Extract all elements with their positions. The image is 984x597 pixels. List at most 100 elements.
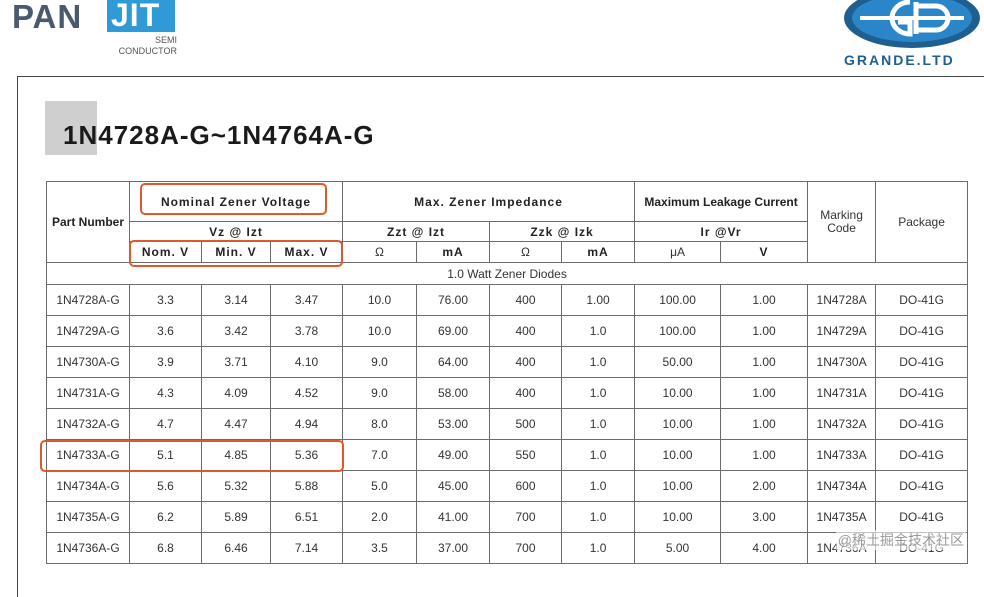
cell-izt: 64.00 — [416, 346, 491, 378]
unit-ir-ua: μA — [634, 241, 722, 263]
cell-marking-code: 1N4733A — [807, 439, 877, 471]
header-package: Package — [875, 181, 969, 263]
panjit-logo-text: PAN — [12, 0, 83, 35]
cell-marking-code: 1N4732A — [807, 408, 877, 440]
cell-part-number: 1N4729A-G — [46, 315, 130, 347]
header-zzt-condition: Zzt @ Izt — [342, 221, 491, 242]
unit-izt-ma: mA — [416, 241, 491, 263]
cell-max-v: 6.51 — [269, 501, 344, 533]
cell-marking-code: 1N4731A — [807, 377, 877, 409]
cell-izk: 1.0 — [561, 470, 636, 502]
cell-min-v: 3.71 — [201, 346, 271, 378]
cell-izt: 37.00 — [416, 532, 491, 564]
header-vz-condition: Vz @ Izt — [128, 221, 344, 242]
cell-nom-v: 4.7 — [129, 408, 202, 440]
cell-min-v: 5.32 — [201, 470, 271, 502]
cell-package: DO-41G — [875, 408, 969, 440]
cell-zzt: 9.0 — [342, 377, 418, 409]
cell-ir: 50.00 — [634, 346, 722, 378]
cell-nom-v: 4.3 — [129, 377, 202, 409]
table-row: 1N4730A-G 3.9 3.71 4.10 9.0 64.00 400 1.0 50.00 1… — [46, 346, 969, 378]
cell-ir: 100.00 — [634, 315, 722, 347]
cell-max-v: 4.52 — [269, 377, 344, 409]
cell-nom-v: 3.6 — [129, 315, 202, 347]
table-row: 1N4732A-G 4.7 4.47 4.94 8.0 53.00 500 1.0 10.00 1… — [46, 408, 969, 440]
cell-zzk: 600 — [489, 470, 563, 502]
cell-max-v: 4.10 — [269, 346, 344, 378]
cell-izk: 1.0 — [561, 377, 636, 409]
table-body: 1N4728A-G 3.3 3.14 3.47 10.0 76.00 400 1.00 100.… — [46, 284, 969, 564]
panjit-logo-subtitle: SEMI CONDUCTOR — [118, 35, 177, 56]
cell-zzt: 10.0 — [342, 315, 418, 347]
cell-package: DO-41G — [875, 284, 969, 316]
cell-zzk: 400 — [489, 315, 563, 347]
cell-max-v: 5.88 — [269, 470, 344, 502]
header-part-number: Part Number — [46, 181, 130, 263]
cell-marking-code: 1N4729A — [807, 315, 877, 347]
cell-nom-v: 5.6 — [129, 470, 202, 502]
cell-part-number: 1N4736A-G — [46, 532, 130, 564]
cell-zzk: 400 — [489, 377, 563, 409]
cell-zzk: 400 — [489, 346, 563, 378]
cell-zzk: 400 — [489, 284, 563, 316]
table-row: 1N4731A-G 4.3 4.09 4.52 9.0 58.00 400 1.0 10.00 1… — [46, 377, 969, 409]
cell-izt: 53.00 — [416, 408, 491, 440]
cell-izk: 1.0 — [561, 315, 636, 347]
cell-min-v: 4.09 — [201, 377, 271, 409]
cell-marking-code: 1N4728A — [807, 284, 877, 316]
header-leakage-current: Maximum Leakage Current — [634, 181, 809, 222]
zener-spec-table: Part Number Nominal Zener Voltage Max. Z… — [45, 181, 969, 564]
cell-max-v: 3.47 — [269, 284, 344, 316]
table-row: 1N4729A-G 3.6 3.42 3.78 10.0 69.00 400 1.0 100.0… — [46, 315, 969, 347]
grande-logo: GRANDE.LTD — [840, 0, 984, 72]
cell-zzk: 700 — [489, 501, 563, 533]
cell-max-v: 4.94 — [269, 408, 344, 440]
cell-izk: 1.00 — [561, 284, 636, 316]
cell-vr: 1.00 — [720, 284, 809, 316]
unit-vr-v: V — [720, 241, 809, 263]
cell-part-number: 1N4735A-G — [46, 501, 130, 533]
cell-part-number: 1N4731A-G — [46, 377, 130, 409]
cell-marking-code: 1N4735A — [807, 501, 877, 533]
cell-package: DO-41G — [875, 501, 969, 533]
cell-zzt: 2.0 — [342, 501, 418, 533]
cell-nom-v: 3.3 — [129, 284, 202, 316]
header-marking-code: Marking Code — [807, 181, 877, 263]
cell-izk: 1.0 — [561, 532, 636, 564]
cell-zzt: 9.0 — [342, 346, 418, 378]
cell-max-v: 7.14 — [269, 532, 344, 564]
cell-zzk: 550 — [489, 439, 563, 471]
cell-vr: 1.00 — [720, 408, 809, 440]
cell-ir: 5.00 — [634, 532, 722, 564]
cell-package: DO-41G — [875, 346, 969, 378]
cell-zzk: 500 — [489, 408, 563, 440]
cell-ir: 10.00 — [634, 408, 722, 440]
cell-izk: 1.0 — [561, 408, 636, 440]
cell-min-v: 4.47 — [201, 408, 271, 440]
highlight-1n4733a-row — [40, 440, 344, 472]
cell-ir: 100.00 — [634, 284, 722, 316]
table-row: 1N4736A-G 6.8 6.46 7.14 3.5 37.00 700 1.0 5.00 4.… — [46, 532, 969, 564]
cell-vr: 3.00 — [720, 501, 809, 533]
cell-zzt: 5.0 — [342, 470, 418, 502]
cell-zzt: 7.0 — [342, 439, 418, 471]
cell-marking-code: 1N4734A — [807, 470, 877, 502]
table-row: 1N4734A-G 5.6 5.32 5.88 5.0 45.00 600 1.0 10.00 2… — [46, 470, 969, 502]
cell-part-number: 1N4734A-G — [46, 470, 130, 502]
watermark: @稀土掘金技术社区 — [835, 530, 966, 550]
highlight-units-header — [129, 240, 343, 267]
cell-zzk: 700 — [489, 532, 563, 564]
cell-part-number: 1N4732A-G — [46, 408, 130, 440]
cell-marking-code: 1N4730A — [807, 346, 877, 378]
cell-vr: 1.00 — [720, 377, 809, 409]
cell-min-v: 5.89 — [201, 501, 271, 533]
cell-package: DO-41G — [875, 470, 969, 502]
unit-izk-ma: mA — [561, 241, 636, 263]
cell-max-v: 3.78 — [269, 315, 344, 347]
cell-part-number: 1N4730A-G — [46, 346, 130, 378]
cell-zzt: 10.0 — [342, 284, 418, 316]
cell-ir: 10.00 — [634, 439, 722, 471]
cell-izk: 1.0 — [561, 439, 636, 471]
cell-izt: 45.00 — [416, 470, 491, 502]
highlight-nominal-header — [140, 183, 327, 215]
